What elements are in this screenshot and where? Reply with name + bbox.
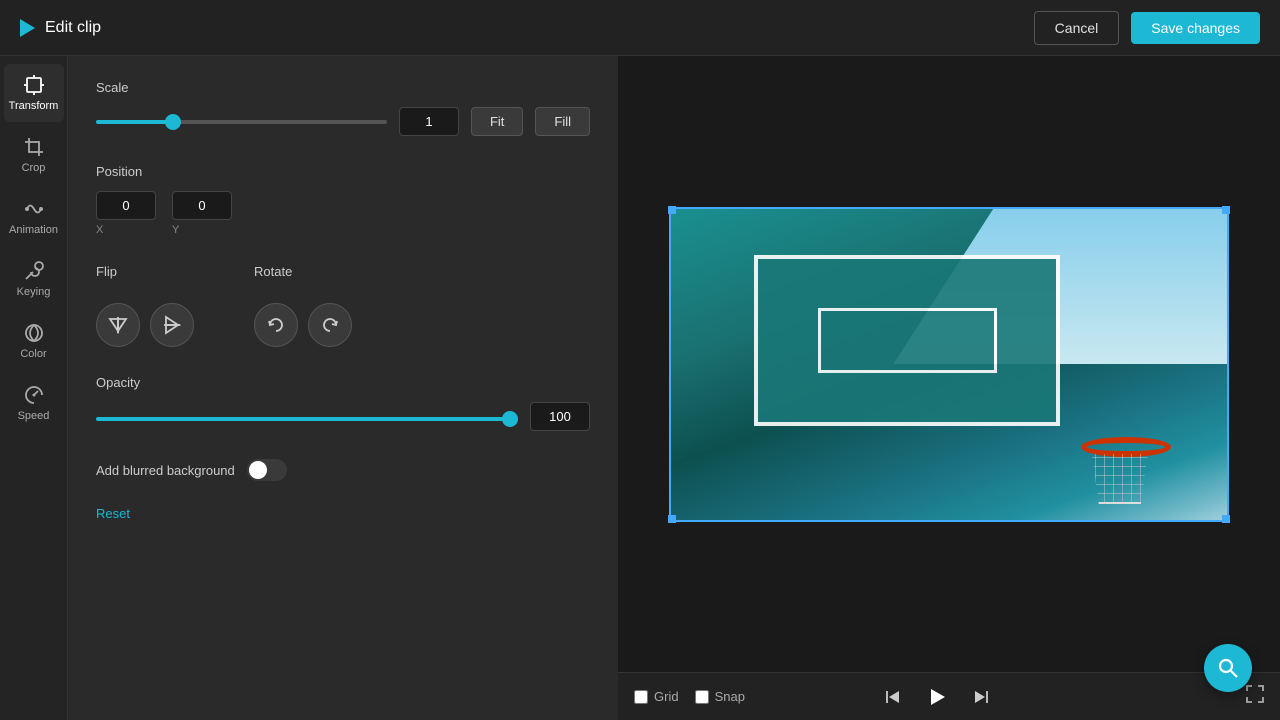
sidebar-item-crop-label: Crop: [22, 162, 46, 174]
video-frame: [669, 207, 1229, 522]
rotate-label: Rotate: [254, 264, 352, 279]
blur-background-toggle[interactable]: [247, 459, 287, 481]
blur-bg-label: Add blurred background: [96, 463, 235, 478]
pos-x-axis: X: [96, 224, 156, 236]
opacity-slider-container: [96, 408, 518, 426]
opacity-slider[interactable]: [96, 417, 518, 421]
handle-top-left[interactable]: [668, 206, 676, 214]
rotate-ccw-button[interactable]: [254, 303, 298, 347]
rotate-cw-button[interactable]: [308, 303, 352, 347]
flip-horizontal-button[interactable]: [96, 303, 140, 347]
scale-label: Scale: [96, 80, 590, 95]
page-title: Edit clip: [45, 19, 101, 37]
search-fab[interactable]: [1204, 644, 1252, 692]
preview-controls-bar: Grid Snap: [618, 672, 1280, 720]
snap-checkbox-label[interactable]: Snap: [695, 689, 745, 704]
topbar: Edit clip Cancel Save changes: [0, 0, 1280, 56]
scale-row: 1 Fit Fill: [96, 107, 590, 136]
animation-icon: [23, 198, 45, 220]
sidebar-item-keying-label: Keying: [17, 286, 51, 298]
video-container: [618, 56, 1280, 672]
sidebar: Transform Crop Animation: [0, 56, 68, 720]
position-section: Position 0 X 0 Y: [96, 164, 590, 236]
scale-slider-container: [96, 120, 387, 124]
flip-vertical-button[interactable]: [150, 303, 194, 347]
save-button[interactable]: Save changes: [1131, 12, 1260, 44]
crop-icon: [23, 136, 45, 158]
snap-label: Snap: [715, 689, 745, 704]
scale-section: Scale 1 Fit Fill: [96, 80, 590, 136]
sidebar-item-speed[interactable]: Speed: [4, 374, 64, 432]
play-pause-button[interactable]: [919, 679, 955, 715]
opacity-input[interactable]: 100: [530, 402, 590, 431]
board-inner-box: [818, 308, 997, 373]
rotate-buttons-row: [254, 303, 352, 347]
fit-button[interactable]: Fit: [471, 107, 523, 136]
preview-area: Grid Snap: [618, 56, 1280, 720]
flip-rotate-section: Flip: [96, 264, 590, 347]
handle-top-right[interactable]: [1222, 206, 1230, 214]
rotate-section: Rotate: [254, 264, 352, 347]
opacity-row: 100: [96, 402, 590, 431]
pos-y-axis: Y: [172, 224, 232, 236]
handle-bottom-right[interactable]: [1222, 515, 1230, 523]
scale-input[interactable]: 1: [399, 107, 459, 136]
flip-label: Flip: [96, 264, 194, 279]
position-x-input[interactable]: 0: [96, 191, 156, 220]
color-icon: [23, 322, 45, 344]
topbar-left: Edit clip: [20, 19, 101, 37]
keying-icon: [23, 260, 45, 282]
grid-label: Grid: [654, 689, 679, 704]
opacity-section: Opacity 100: [96, 375, 590, 431]
playback-controls: [879, 679, 995, 715]
position-y-input[interactable]: 0: [172, 191, 232, 220]
handle-bottom-left[interactable]: [668, 515, 676, 523]
flip-buttons-row: [96, 303, 194, 347]
pos-x-field: 0 X: [96, 191, 156, 236]
sidebar-item-transform[interactable]: Transform: [4, 64, 64, 122]
controls-panel: Scale 1 Fit Fill Position 0 X 0 Y: [68, 56, 618, 720]
fill-button[interactable]: Fill: [535, 107, 590, 136]
sidebar-item-keying[interactable]: Keying: [4, 250, 64, 308]
position-row: 0 X 0 Y: [96, 191, 590, 236]
opacity-label: Opacity: [96, 375, 590, 390]
snap-checkbox[interactable]: [695, 690, 709, 704]
pos-y-field: 0 Y: [172, 191, 232, 236]
blur-background-row: Add blurred background: [96, 459, 590, 481]
reset-button[interactable]: Reset: [96, 506, 130, 521]
grid-checkbox-label[interactable]: Grid: [634, 689, 679, 704]
transform-icon: [23, 74, 45, 96]
app-logo-icon: [20, 19, 35, 37]
flip-rotate-row: Flip: [96, 264, 590, 347]
sidebar-item-animation[interactable]: Animation: [4, 188, 64, 246]
sidebar-item-speed-label: Speed: [18, 410, 50, 422]
sidebar-item-color-label: Color: [20, 348, 46, 360]
skip-back-button[interactable]: [879, 683, 907, 711]
sidebar-item-transform-label: Transform: [9, 100, 59, 112]
skip-forward-button[interactable]: [967, 683, 995, 711]
sidebar-item-animation-label: Animation: [9, 224, 58, 236]
video-preview-image: [671, 209, 1227, 520]
topbar-right: Cancel Save changes: [1034, 11, 1260, 45]
main-content: Transform Crop Animation: [0, 56, 1280, 720]
scale-slider[interactable]: [96, 120, 387, 124]
speed-icon: [23, 384, 45, 406]
basketball-board: [754, 255, 1060, 426]
fullscreen-button[interactable]: [1246, 685, 1264, 708]
sidebar-item-crop[interactable]: Crop: [4, 126, 64, 184]
sidebar-item-color[interactable]: Color: [4, 312, 64, 370]
flip-section: Flip: [96, 264, 194, 347]
grid-checkbox[interactable]: [634, 690, 648, 704]
cancel-button[interactable]: Cancel: [1034, 11, 1120, 45]
position-label: Position: [96, 164, 590, 179]
